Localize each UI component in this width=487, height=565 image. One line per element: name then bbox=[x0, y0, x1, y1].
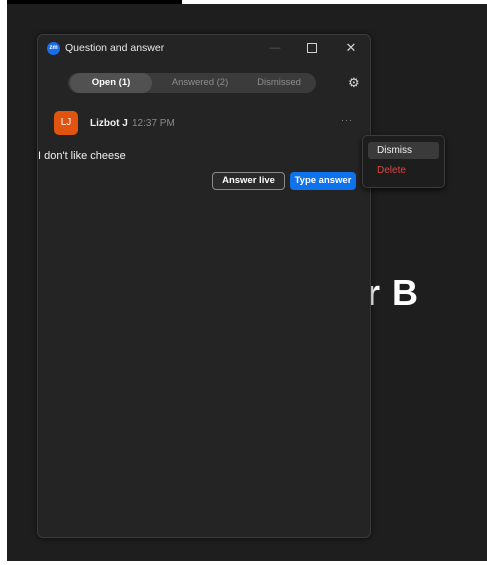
menu-item-dismiss[interactable]: Dismiss bbox=[368, 142, 439, 159]
question-text: I don't like cheese bbox=[38, 150, 126, 162]
question-context-menu: Dismiss Delete bbox=[362, 135, 445, 188]
qa-tabs: Open (1) Answered (2) Dismissed bbox=[68, 73, 316, 93]
more-options-icon[interactable]: ··· bbox=[341, 115, 353, 125]
avatar: LJ bbox=[54, 111, 78, 135]
qa-window: zm Question and answer — ✕ Open (1) Answ… bbox=[37, 34, 371, 538]
tab-answered[interactable]: Answered (2) bbox=[160, 73, 240, 93]
tab-dismissed[interactable]: Dismissed bbox=[244, 73, 314, 93]
menu-item-delete[interactable]: Delete bbox=[368, 162, 439, 179]
window-title: Question and answer bbox=[65, 42, 165, 54]
tab-open[interactable]: Open (1) bbox=[70, 73, 152, 93]
answer-live-button[interactable]: Answer live bbox=[212, 172, 285, 190]
question-time: 12:37 PM bbox=[132, 118, 175, 129]
title-bar[interactable]: zm Question and answer — ✕ bbox=[38, 35, 370, 61]
maximize-button[interactable] bbox=[303, 40, 321, 56]
close-button[interactable]: ✕ bbox=[342, 40, 360, 56]
zoom-logo-icon: zm bbox=[47, 42, 60, 55]
question-author: Lizbot J bbox=[90, 118, 128, 129]
settings-gear-icon[interactable]: ⚙ bbox=[348, 75, 360, 91]
maximize-icon bbox=[307, 43, 317, 53]
type-answer-button[interactable]: Type answer bbox=[290, 172, 356, 190]
minimize-button[interactable]: — bbox=[266, 40, 284, 56]
